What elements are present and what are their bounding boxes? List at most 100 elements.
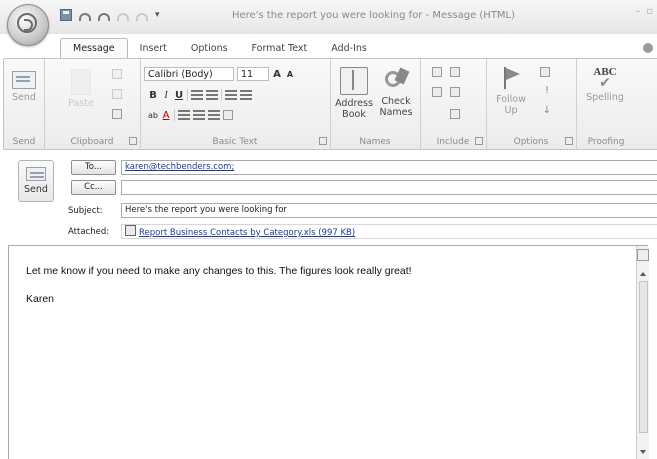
proofing-group: ABC ✔ Spelling Proofing bbox=[576, 59, 636, 149]
tab-options[interactable]: Options bbox=[179, 39, 240, 59]
check-names-label-line2: Names bbox=[379, 107, 413, 118]
ribbon-send-label: Send bbox=[12, 92, 36, 103]
send-icon bbox=[12, 71, 36, 89]
attachment-link[interactable]: Report Business Contacts by Category.xls… bbox=[139, 228, 355, 238]
scroll-down-icon[interactable] bbox=[640, 450, 646, 454]
attach-item-icon[interactable] bbox=[450, 67, 460, 77]
follow-up-label-line2: Up bbox=[504, 105, 518, 116]
basic-text-launcher-icon[interactable] bbox=[319, 137, 327, 145]
separator bbox=[174, 109, 175, 121]
highlight-icon[interactable]: ab bbox=[148, 111, 158, 120]
paste-icon bbox=[71, 69, 91, 95]
address-book-label-line1: Address bbox=[335, 98, 373, 109]
send-icon bbox=[26, 167, 46, 181]
proofing-group-label: Proofing bbox=[587, 137, 625, 147]
separator bbox=[187, 89, 188, 101]
clipboard-group-label: Clipboard bbox=[70, 137, 114, 147]
cut-icon[interactable] bbox=[112, 69, 122, 79]
follow-up-label-line1: Follow bbox=[496, 94, 526, 105]
attach-file-icon[interactable] bbox=[432, 67, 442, 77]
increase-indent-icon[interactable] bbox=[240, 90, 252, 100]
check-names-button[interactable]: Check Names bbox=[376, 67, 416, 118]
high-importance-icon[interactable]: ! bbox=[542, 85, 552, 96]
office-button[interactable] bbox=[7, 4, 49, 46]
message-body[interactable]: Let me know if you need to make any chan… bbox=[8, 245, 649, 459]
decrease-indent-icon[interactable] bbox=[225, 90, 237, 100]
help-icon[interactable] bbox=[643, 43, 653, 53]
message-header: Send To... karen@techbenders.com; Cc... … bbox=[8, 152, 657, 242]
tab-message[interactable]: Message bbox=[60, 38, 128, 59]
address-book-icon bbox=[340, 67, 368, 95]
ribbon: Send Send Paste Clipboard Calibri (Body)… bbox=[3, 58, 657, 150]
names-group-label: Names bbox=[359, 137, 391, 147]
tab-insert[interactable]: Insert bbox=[128, 39, 179, 59]
italic-icon[interactable]: I bbox=[161, 90, 171, 101]
font-name-combo[interactable]: Calibri (Body) bbox=[144, 67, 234, 81]
send-group-label: Send bbox=[12, 137, 36, 147]
tab-add-ins[interactable]: Add-Ins bbox=[319, 39, 379, 59]
include-group: Include bbox=[420, 59, 487, 149]
options-launcher-icon[interactable] bbox=[565, 137, 573, 145]
checkmark-icon: ✔ bbox=[599, 75, 611, 91]
ribbon-send-button[interactable]: Send bbox=[11, 71, 37, 103]
paste-label: Paste bbox=[68, 98, 94, 109]
window-title: Here's the report you were looking for -… bbox=[231, 10, 516, 21]
business-card-icon[interactable] bbox=[432, 87, 442, 97]
font-size-combo[interactable]: 11 bbox=[237, 67, 269, 81]
attached-label: Attached: bbox=[68, 227, 110, 237]
include-launcher-icon[interactable] bbox=[475, 137, 483, 145]
cc-field[interactable] bbox=[121, 180, 657, 195]
subject-label: Subject: bbox=[68, 206, 103, 216]
underline-icon[interactable]: U bbox=[174, 90, 184, 101]
send-group: Send Send bbox=[4, 59, 45, 149]
copy-icon[interactable] bbox=[112, 89, 122, 99]
clipboard-group: Paste Clipboard bbox=[44, 59, 141, 149]
spelling-label: Spelling bbox=[586, 92, 624, 103]
shrink-font-icon[interactable]: A bbox=[285, 70, 295, 79]
office-logo-icon bbox=[17, 13, 37, 33]
scroll-thumb[interactable] bbox=[639, 281, 648, 433]
options-group: Follow Up ! ↓ Options bbox=[486, 59, 577, 149]
window-controls: – ▫ bbox=[635, 6, 653, 17]
clipboard-launcher-icon[interactable] bbox=[129, 137, 137, 145]
numbering-icon[interactable] bbox=[206, 90, 218, 100]
body-line-2: Karen bbox=[26, 293, 55, 305]
scroll-up-icon[interactable] bbox=[640, 272, 646, 276]
low-importance-icon[interactable]: ↓ bbox=[542, 105, 552, 116]
flag-icon bbox=[500, 65, 522, 91]
attachment-field[interactable]: Report Business Contacts by Category.xls… bbox=[121, 224, 657, 239]
to-button[interactable]: To... bbox=[71, 160, 116, 175]
maximize-icon[interactable]: ▫ bbox=[646, 6, 653, 17]
tab-format-text[interactable]: Format Text bbox=[240, 39, 320, 59]
address-book-button[interactable]: Address Book bbox=[334, 67, 374, 120]
signature-icon[interactable] bbox=[450, 109, 460, 119]
minimize-icon[interactable]: – bbox=[635, 6, 640, 17]
spelling-button[interactable]: ABC ✔ Spelling bbox=[582, 67, 628, 104]
follow-up-button[interactable]: Follow Up bbox=[494, 65, 528, 116]
subject-field[interactable]: Here's the report you were looking for bbox=[121, 203, 657, 218]
paste-button[interactable]: Paste bbox=[68, 69, 94, 109]
format-painter-icon[interactable] bbox=[112, 109, 122, 119]
send-button[interactable]: Send bbox=[18, 160, 54, 202]
basic-text-group: Calibri (Body) 11 A A B I U ab A Basic T… bbox=[140, 59, 331, 149]
vertical-scrollbar[interactable] bbox=[636, 246, 649, 459]
title-bar: ▾ Here's the report you were looking for… bbox=[0, 0, 657, 34]
permission-icon[interactable] bbox=[540, 67, 550, 77]
view-ruler-icon[interactable] bbox=[637, 249, 649, 261]
align-left-icon[interactable] bbox=[178, 110, 190, 120]
clear-formatting-icon[interactable] bbox=[223, 110, 233, 120]
align-right-icon[interactable] bbox=[208, 110, 220, 120]
bullets-icon[interactable] bbox=[191, 90, 203, 100]
bold-icon[interactable]: B bbox=[148, 90, 158, 101]
options-group-label: Options bbox=[513, 137, 549, 147]
cc-button[interactable]: Cc... bbox=[71, 180, 116, 195]
grow-font-icon[interactable]: A bbox=[272, 69, 282, 80]
to-recipient[interactable]: karen@techbenders.com; bbox=[125, 162, 234, 172]
to-field[interactable]: karen@techbenders.com; bbox=[121, 160, 657, 175]
calendar-icon[interactable] bbox=[450, 87, 460, 97]
align-center-icon[interactable] bbox=[193, 110, 205, 120]
check-names-icon bbox=[383, 67, 409, 93]
excel-file-icon bbox=[125, 225, 136, 236]
font-color-icon[interactable]: A bbox=[161, 110, 171, 121]
names-group: Address Book Check Names Names bbox=[330, 59, 421, 149]
